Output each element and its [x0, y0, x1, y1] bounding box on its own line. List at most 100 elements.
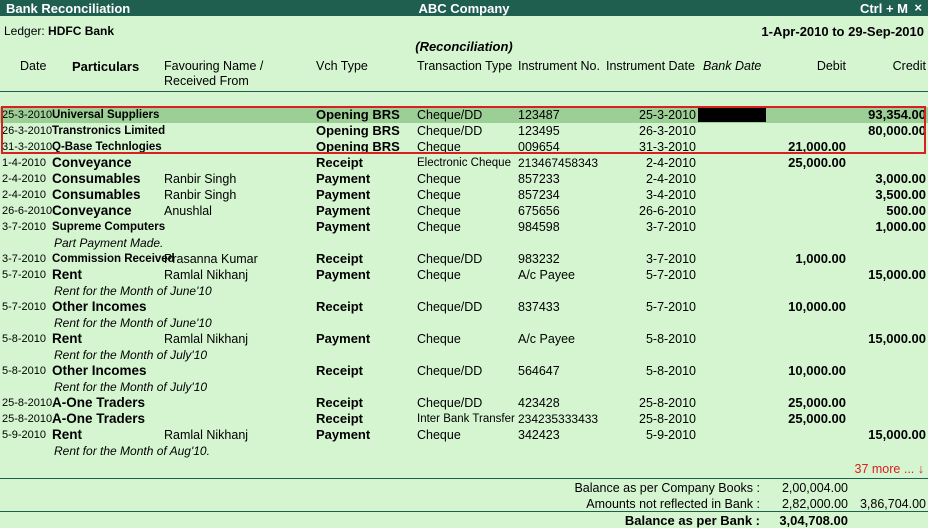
row-instrument-no: A/c Payee: [518, 332, 575, 346]
row-date: 5-8-2010: [2, 365, 47, 377]
close-icon[interactable]: ×: [914, 0, 922, 15]
row-instrument-no: 213467458343: [518, 156, 599, 170]
row-transaction-type: Cheque: [417, 204, 461, 218]
row-narration: Rent for the Month of June'10: [54, 284, 212, 298]
row-instrument-date: 2-4-2010: [645, 156, 696, 170]
col-vch-type: Vch Type: [316, 59, 368, 73]
row-transaction-type: Cheque: [417, 188, 461, 202]
company-name: ABC Company: [418, 1, 510, 16]
row-transaction-type: Cheque/DD: [417, 396, 483, 410]
row-transaction-type: Cheque: [417, 172, 461, 186]
col-favouring-2: Received From: [164, 74, 249, 88]
row-instrument-no: 423428: [518, 396, 560, 410]
row-particulars: A-One Traders: [52, 395, 146, 410]
row-vch-type: Receipt: [316, 155, 363, 170]
bank-balance-value: 3,04,708.00: [779, 513, 848, 528]
row-transaction-type: Cheque: [417, 428, 461, 442]
row-instrument-no: 234235333433: [518, 412, 599, 426]
not-reflected-label: Amounts not reflected in Bank :: [586, 497, 760, 511]
row-instrument-date: 5-9-2010: [645, 428, 696, 442]
row-date: 3-7-2010: [2, 221, 47, 233]
col-date: Date: [20, 59, 47, 73]
row-debit: 25,000.00: [788, 411, 846, 426]
row-vch-type: Payment: [316, 267, 371, 282]
row-instrument-date: 26-6-2010: [639, 204, 696, 218]
row-instrument-no: 857233: [518, 172, 560, 186]
row-transaction-type: Cheque/DD: [417, 252, 483, 266]
row-vch-type: Receipt: [316, 251, 363, 266]
header-divider: [0, 91, 928, 92]
row-vch-type: Payment: [316, 331, 371, 346]
row-instrument-date: 3-7-2010: [645, 220, 696, 234]
row-vch-type: Payment: [316, 219, 371, 234]
row-instrument-date: 5-8-2010: [645, 364, 696, 378]
row-instrument-date: 5-8-2010: [645, 332, 696, 346]
col-credit: Credit: [892, 59, 926, 73]
row-particulars: Consumables: [52, 171, 141, 186]
row-date: 5-8-2010: [2, 333, 47, 345]
footer-divider-bottom: [0, 511, 928, 512]
row-credit: 3,000.00: [875, 171, 926, 186]
col-transaction-type: Transaction Type: [417, 59, 513, 73]
row-vch-type: Payment: [316, 427, 371, 442]
row-particulars: Rent: [52, 427, 82, 442]
row-vch-type: Receipt: [316, 395, 363, 410]
row-particulars: Consumables: [52, 187, 141, 202]
row-vch-type: Payment: [316, 171, 371, 186]
row-narration: Part Payment Made.: [54, 236, 164, 250]
row-credit: 15,000.00: [868, 331, 926, 346]
not-reflected-credit: 3,86,704.00: [859, 497, 926, 511]
row-debit: 10,000.00: [788, 299, 846, 314]
row-debit: 10,000.00: [788, 363, 846, 378]
row-favouring: Ramlal Nikhanj: [164, 332, 249, 346]
row-particulars: Rent: [52, 267, 82, 282]
row-favouring: Ramlal Nikhanj: [164, 428, 249, 442]
row-date: 25-8-2010: [2, 413, 53, 425]
row-vch-type: Receipt: [316, 299, 363, 314]
row-vch-type: Receipt: [316, 411, 363, 426]
period-range: 1-Apr-2010 to 29-Sep-2010: [761, 24, 924, 39]
row-credit: 15,000.00: [868, 427, 926, 442]
row-favouring: Anushlal: [164, 204, 212, 218]
row-instrument-no: 984598: [518, 220, 560, 234]
company-books-label: Balance as per Company Books :: [574, 481, 760, 495]
col-bank-date: Bank Date: [703, 59, 762, 73]
row-debit: 25,000.00: [788, 395, 846, 410]
row-date: 5-7-2010: [2, 301, 47, 313]
row-particulars: Conveyance: [52, 155, 132, 170]
row-transaction-type: Cheque: [417, 332, 461, 346]
row-instrument-date: 25-8-2010: [639, 396, 696, 410]
row-date: 1-4-2010: [2, 157, 47, 169]
ledger-info: Ledger: HDFC Bank: [4, 24, 114, 38]
row-particulars: Commission Received: [52, 253, 175, 265]
bank-balance-label: Balance as per Bank :: [624, 513, 760, 528]
col-particulars: Particulars: [72, 59, 140, 74]
row-particulars: Rent: [52, 331, 82, 346]
ledger-name: HDFC Bank: [48, 24, 115, 38]
row-instrument-no: 564647: [518, 364, 560, 378]
row-transaction-type: Cheque/DD: [417, 364, 483, 378]
row-transaction-type: Cheque: [417, 220, 461, 234]
row-date: 5-7-2010: [2, 269, 47, 281]
col-favouring-1: Favouring Name /: [164, 59, 264, 73]
row-credit: 3,500.00: [875, 187, 926, 202]
row-narration: Rent for the Month of June'10: [54, 316, 212, 330]
row-particulars: A-One Traders: [52, 411, 146, 426]
row-date: 25-8-2010: [2, 397, 53, 409]
more-indicator[interactable]: 37 more ... ↓: [855, 462, 924, 476]
row-credit: 500.00: [886, 203, 926, 218]
row-debit: 1,000.00: [795, 251, 846, 266]
shortcut-label: Ctrl + M: [859, 1, 908, 16]
footer-divider-top: [0, 478, 928, 479]
row-date: 3-7-2010: [2, 253, 47, 265]
selection-box: [1, 106, 926, 154]
row-narration: Rent for the Month of Aug'10.: [54, 444, 210, 458]
row-instrument-date: 3-7-2010: [645, 252, 696, 266]
row-debit: 25,000.00: [788, 155, 846, 170]
row-date: 2-4-2010: [2, 189, 47, 201]
row-date: 2-4-2010: [2, 173, 47, 185]
row-credit: 1,000.00: [875, 219, 926, 234]
row-particulars: Other Incomes: [52, 299, 147, 314]
row-instrument-date: 2-4-2010: [645, 172, 696, 186]
row-favouring: Prasanna Kumar: [164, 252, 258, 266]
